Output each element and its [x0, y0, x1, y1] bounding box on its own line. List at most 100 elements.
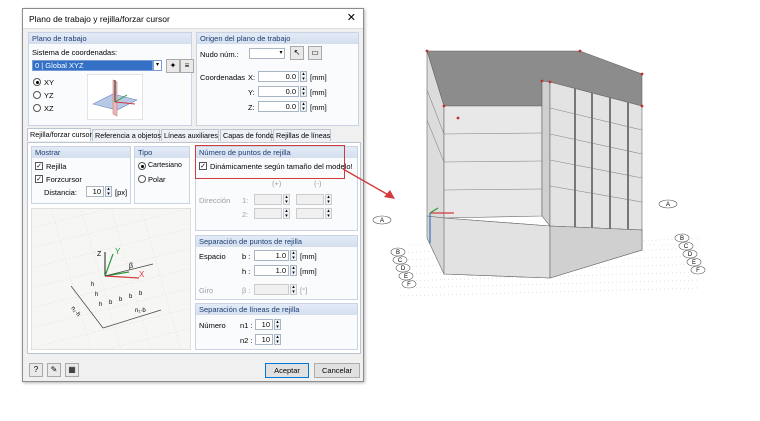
- title-bar: Plano de trabajo y rejilla/forzar cursor…: [23, 9, 363, 29]
- distancia-unit: [px]: [115, 188, 128, 197]
- sep-puntos-header: Separación de puntos de rejilla: [196, 236, 357, 247]
- dir2-minus-input[interactable]: [296, 208, 324, 219]
- grid-axis-label: A: [666, 202, 670, 208]
- radio-cartesiano-label: Cartesiano: [148, 162, 182, 169]
- dir1-minus-spinner[interactable]: ▴ ▾: [325, 194, 332, 205]
- sep-lineas-group: Separación de líneas de rejilla Número n…: [195, 303, 358, 350]
- grid-axis-label: E: [692, 260, 696, 266]
- chevron-down-icon[interactable]: ▾: [153, 60, 162, 71]
- minus-label: (-): [314, 179, 322, 188]
- h-unit: [mm]: [300, 267, 317, 276]
- n1-spinner[interactable]: ▴ ▾: [274, 319, 281, 330]
- grid-axis-label: D: [401, 266, 406, 272]
- forzcursor-checkbox[interactable]: ✓: [35, 175, 43, 183]
- b-label: b :: [242, 252, 251, 261]
- mostrar-header: Mostrar: [32, 147, 130, 158]
- x-axis-label: X: [139, 270, 145, 279]
- tipo-header: Tipo: [135, 147, 189, 158]
- dir2-minus-spinner[interactable]: ▴ ▾: [325, 208, 332, 219]
- dir1-minus-input[interactable]: [296, 194, 324, 205]
- grid-axis-label: B: [680, 236, 684, 242]
- nudo-label: Nudo núm.:: [200, 50, 239, 59]
- grid-diagram: Y X Z β b b b b n₁·b n₂·h h h h: [31, 208, 191, 350]
- y-unit: [mm]: [310, 88, 327, 97]
- tab-rejilla[interactable]: Rejilla/forzar cursor: [27, 128, 92, 141]
- n2-spinner[interactable]: ▴ ▾: [274, 334, 281, 345]
- b-input[interactable]: 1.0: [254, 250, 289, 261]
- radio-xz[interactable]: [33, 104, 41, 112]
- tab-rejillas-lineas[interactable]: Rejillas de líneas: [273, 129, 331, 141]
- edit-icon[interactable]: ✎: [47, 363, 61, 377]
- h-label-2: h: [95, 292, 98, 298]
- dir1-plus-spinner[interactable]: ▴ ▾: [283, 194, 290, 205]
- radio-xy-label: XY: [44, 78, 55, 87]
- sistema-select[interactable]: 0 | Global XYZ: [32, 60, 153, 71]
- z-axis-label: Z: [97, 251, 102, 258]
- rejilla-checkbox[interactable]: ✓: [35, 162, 43, 170]
- tab-capas[interactable]: Capas de fondo: [220, 129, 274, 141]
- x-spinner[interactable]: ▴ ▾: [300, 71, 307, 82]
- radio-cartesiano[interactable]: [138, 162, 146, 170]
- beta-unit: [°]: [300, 286, 308, 295]
- beta-input[interactable]: [254, 284, 289, 295]
- rejilla-label: Rejilla: [46, 162, 67, 171]
- grid-axis-label: F: [696, 268, 700, 274]
- dir2-plus-spinner[interactable]: ▴ ▾: [283, 208, 290, 219]
- h-label: h :: [242, 267, 251, 276]
- z-spinner[interactable]: ▴ ▾: [300, 101, 307, 112]
- plus-label: (+): [272, 179, 282, 188]
- edit-coord-system-icon[interactable]: ≡: [180, 59, 194, 73]
- radio-xz-label: XZ: [44, 104, 54, 113]
- help-icon[interactable]: ?: [29, 363, 43, 377]
- b-unit: [mm]: [300, 252, 317, 261]
- highlight-box: [195, 145, 345, 179]
- radio-yz[interactable]: [33, 91, 41, 99]
- grid-axis-label: D: [688, 252, 693, 258]
- chevron-down-icon[interactable]: ▾: [277, 48, 285, 59]
- ok-button[interactable]: Aceptar: [265, 363, 309, 378]
- distancia-label: Distancia:: [44, 188, 77, 197]
- h-label-3: h: [99, 302, 102, 308]
- grid-axis-label: B: [396, 250, 400, 256]
- mostrar-group: Mostrar ✓ Rejilla ✓ Forzcursor Distancia…: [31, 146, 131, 204]
- radio-polar[interactable]: [138, 175, 146, 183]
- h-spinner[interactable]: ▴ ▾: [290, 265, 297, 276]
- x-label: X:: [248, 73, 256, 82]
- beta-spinner[interactable]: ▴ ▾: [290, 284, 297, 295]
- close-icon[interactable]: ✕: [347, 12, 356, 24]
- dir2-plus-input[interactable]: [254, 208, 282, 219]
- folder-icon[interactable]: ▭: [308, 46, 322, 60]
- beta-field-label: β :: [242, 286, 251, 295]
- sep-lineas-header: Separación de líneas de rejilla: [196, 304, 357, 315]
- giro-label: Giro: [199, 286, 214, 295]
- plano-header: Plano de trabajo: [29, 33, 191, 44]
- n1b-label: n₁·b: [135, 308, 146, 314]
- dir1-plus-input[interactable]: [254, 194, 282, 205]
- plano-group: Plano de trabajo Sistema de coordenadas:…: [28, 32, 194, 126]
- z-input[interactable]: 0.0: [258, 101, 299, 112]
- building-model-view: A A B C D E F B C D E F: [372, 49, 706, 297]
- tab-lineas[interactable]: Líneas auxiliares: [161, 129, 219, 141]
- forzcursor-label: Forzcursor: [46, 175, 82, 184]
- y-input[interactable]: 0.0: [258, 86, 299, 97]
- cancel-button[interactable]: Cancelar: [314, 363, 360, 378]
- z-unit: [mm]: [310, 103, 327, 112]
- h-input[interactable]: 1.0: [254, 265, 289, 276]
- defaults-icon[interactable]: ▦: [65, 363, 79, 377]
- distancia-spinner[interactable]: ▴ ▾: [105, 186, 112, 197]
- n1-input[interactable]: 10: [255, 319, 273, 330]
- n2-input[interactable]: 10: [255, 334, 273, 345]
- x-input[interactable]: 0.0: [258, 71, 299, 82]
- numero-label: Número: [199, 321, 226, 330]
- z-label: Z:: [248, 103, 255, 112]
- new-coord-system-icon[interactable]: ✦: [166, 59, 180, 73]
- y-axis-label: Y: [115, 247, 121, 256]
- radio-xy[interactable]: [33, 78, 41, 86]
- y-spinner[interactable]: ▴ ▾: [300, 86, 307, 97]
- b-spinner[interactable]: ▴ ▾: [290, 250, 297, 261]
- dir1-label: 1:: [242, 196, 249, 205]
- distancia-input[interactable]: 10: [86, 186, 104, 197]
- pick-node-icon[interactable]: ↖: [290, 46, 304, 60]
- tab-referencia[interactable]: Referencia a objetos: [92, 129, 161, 141]
- direccion-label: Dirección: [199, 196, 231, 205]
